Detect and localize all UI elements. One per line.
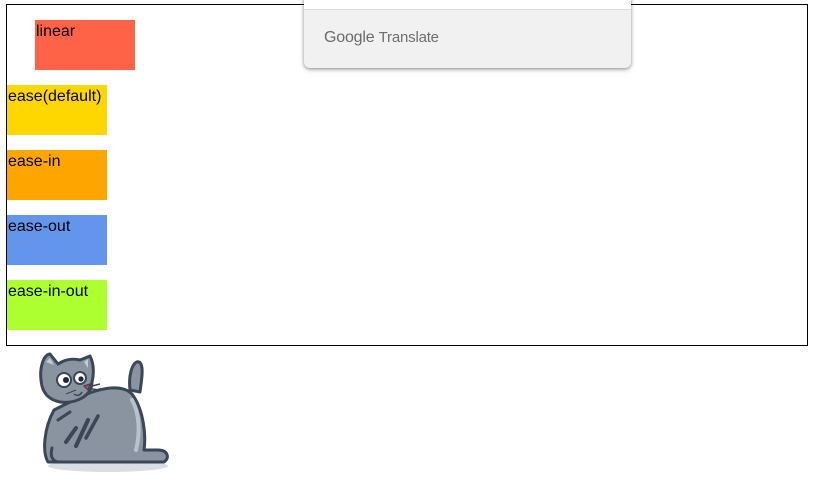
box-ease-in-out-label: ease-in-out [8, 283, 89, 300]
google-translate-brand[interactable]: Google Translate [324, 29, 439, 47]
cat-icon [39, 352, 169, 472]
box-ease-in: ease-in [7, 150, 107, 200]
box-ease-in-label: ease-in [8, 153, 61, 170]
google-logo-text: Google [324, 29, 375, 46]
box-linear: linear [35, 20, 135, 70]
box-ease-default-label: ease(default) [8, 88, 102, 105]
box-ease-out-label: ease-out [8, 218, 71, 235]
box-ease-default: ease(default) [7, 85, 107, 135]
box-linear-label: linear [36, 23, 76, 40]
box-ease-in-out: ease-in-out [7, 280, 107, 330]
translate-label: Translate [378, 29, 439, 46]
translate-popup-top [304, 0, 631, 10]
box-ease-out: ease-out [7, 215, 107, 265]
google-translate-popup[interactable]: Google Translate [304, 0, 631, 68]
